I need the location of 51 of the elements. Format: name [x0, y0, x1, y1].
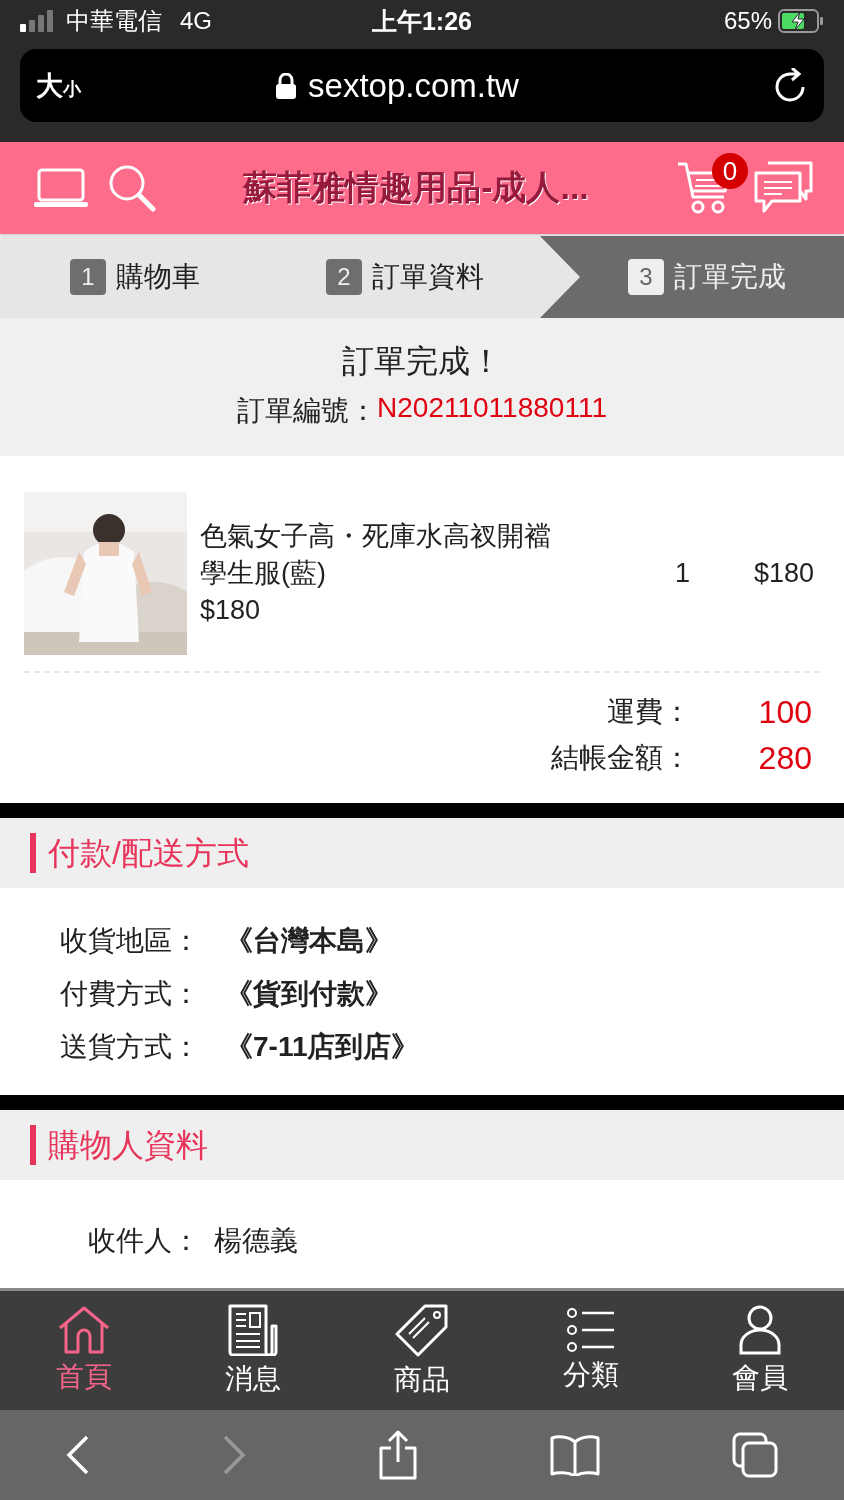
person-icon	[738, 1304, 781, 1355]
product-price: $180	[200, 594, 262, 627]
carrier-name: 中華電信	[66, 6, 162, 36]
field-value: 《台灣本島》	[225, 924, 393, 958]
total-label: 運費：	[606, 696, 691, 727]
cart-count-badge: 0	[712, 153, 748, 189]
product-name[interactable]: 色氣女子高・死庫水高衩開襠學生服(藍)	[200, 518, 560, 592]
list-icon	[566, 1307, 615, 1352]
tag-icon	[395, 1302, 449, 1357]
tab-bar-item[interactable]: 分類	[506, 1291, 676, 1410]
field-label: 送貨方式：	[60, 1030, 201, 1064]
total-value: 280	[758, 739, 812, 776]
battery-icon	[778, 9, 824, 33]
order-number-label: 訂單編號：	[237, 394, 378, 428]
back-button[interactable]	[66, 1435, 90, 1475]
total-label: 結帳金額：	[550, 742, 691, 773]
tab-bar-item[interactable]: 會員	[675, 1291, 844, 1410]
field-label: 收件人：	[88, 1224, 201, 1258]
field-label: 付費方式：	[60, 977, 201, 1011]
text-size-button[interactable]: 大小	[36, 67, 81, 104]
section-heading: 購物人資料	[30, 1125, 208, 1165]
book-icon[interactable]	[550, 1434, 600, 1476]
tab-bar-item[interactable]: 首頁	[0, 1291, 169, 1410]
search-icon[interactable]	[108, 164, 156, 212]
lock-icon	[276, 72, 297, 99]
url-text[interactable]: sextop.com.tw	[308, 66, 519, 105]
tabs-icon[interactable]	[732, 1432, 778, 1478]
field-label: 收貨地區：	[60, 924, 201, 958]
tab-bar-item[interactable]: 消息	[168, 1291, 338, 1410]
chat-icon[interactable]	[754, 161, 814, 215]
product-subtotal: $180	[752, 558, 815, 589]
order-number: N20211011880111	[377, 392, 607, 425]
total-value: 100	[758, 693, 812, 730]
clock-time: 上午1:26	[371, 6, 472, 35]
field-value: 《7-11店到店》	[225, 1030, 420, 1064]
laptop-icon[interactable]	[34, 168, 88, 208]
checkout-step[interactable]: 3 訂單完成	[540, 236, 844, 318]
share-icon[interactable]	[378, 1430, 418, 1480]
section-heading: 付款/配送方式	[30, 833, 249, 873]
order-heading: 訂單完成！	[341, 342, 503, 381]
tab-bar-item[interactable]: 商品	[337, 1291, 507, 1410]
field-value: 楊德義	[214, 1224, 298, 1258]
home-icon	[58, 1305, 111, 1354]
network-type: 4G	[180, 7, 212, 35]
checkout-step[interactable]: 2 訂單資料	[270, 236, 540, 318]
checkout-step[interactable]: 1 購物車	[0, 236, 270, 318]
product-quantity: 1	[673, 558, 690, 589]
field-value: 《貨到付款》	[225, 977, 393, 1011]
battery-percent: 65%	[723, 7, 772, 35]
signal-icon	[20, 10, 56, 32]
newspaper-icon	[228, 1303, 279, 1356]
